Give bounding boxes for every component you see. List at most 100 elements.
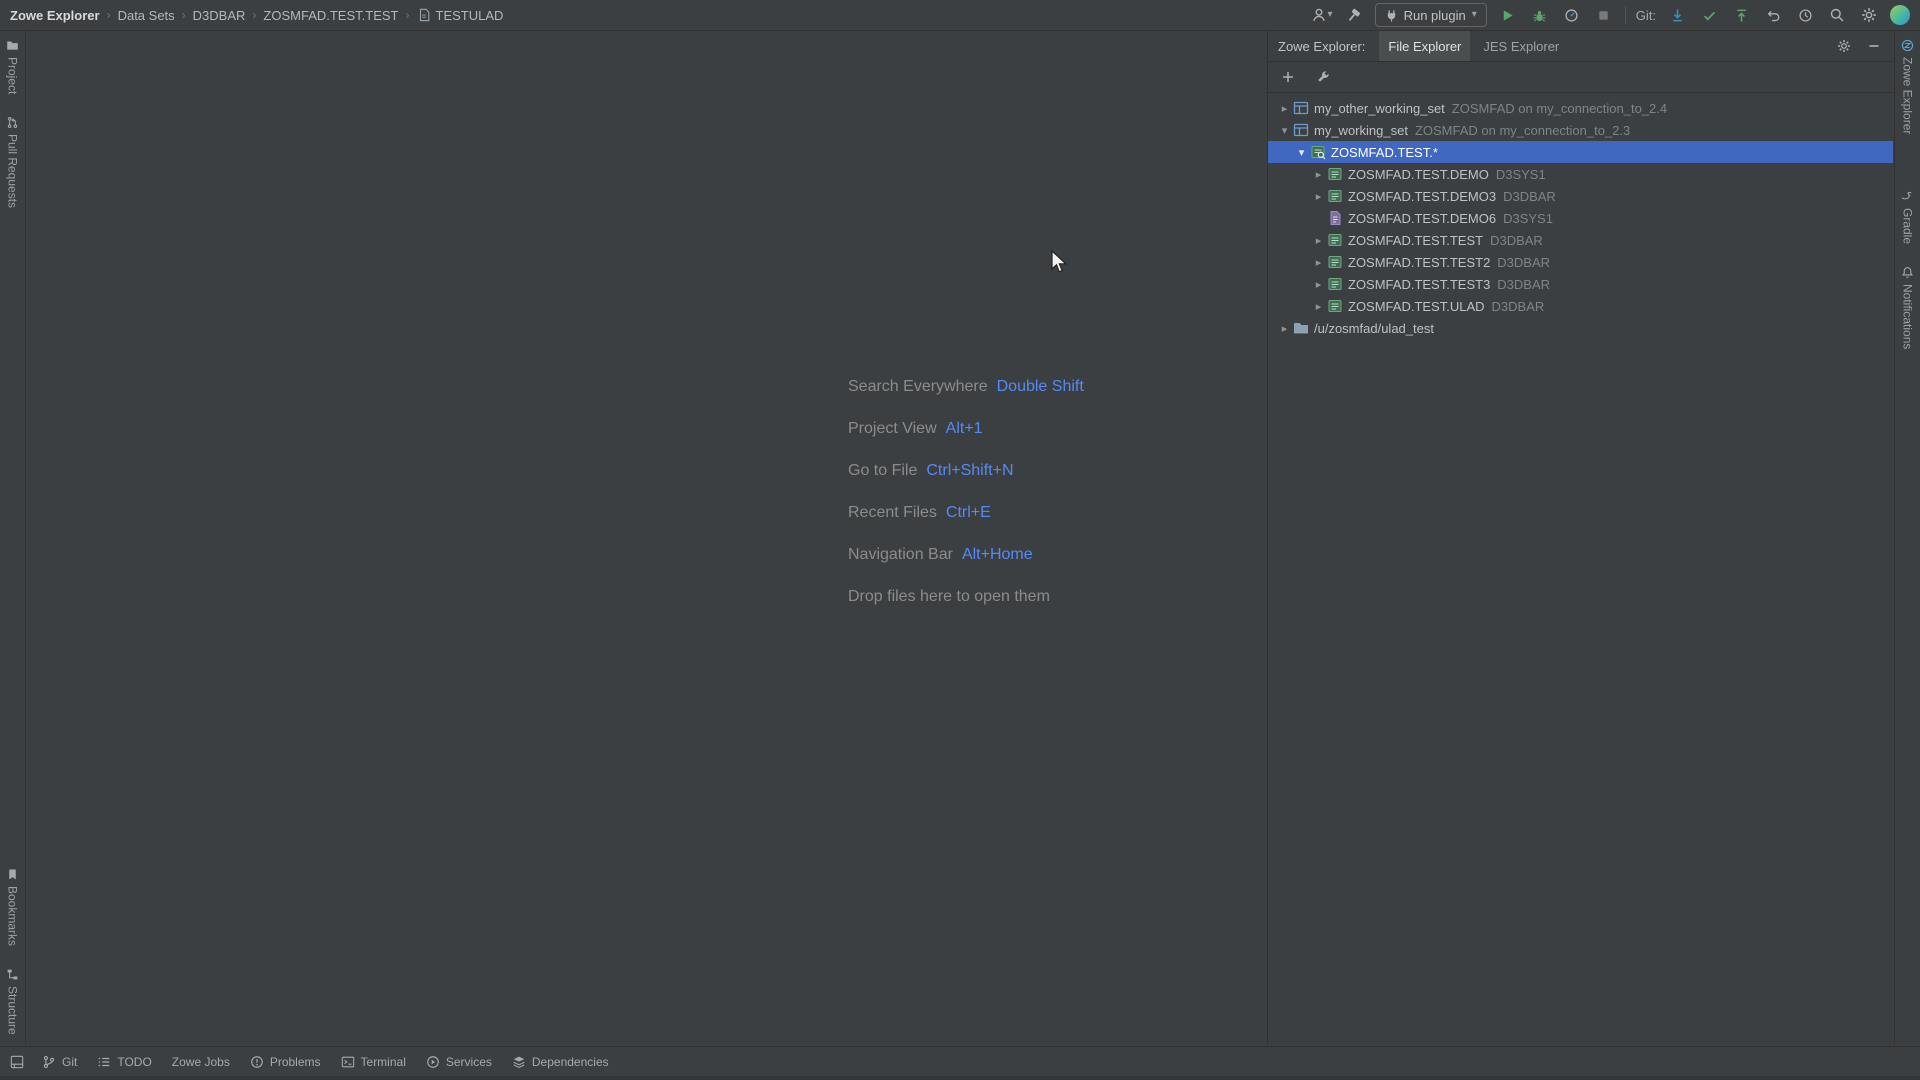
stripe-button-gradle[interactable]: Gradle: [1901, 190, 1915, 244]
tree-row[interactable]: ▸ZOSMFAD.TEST.DEMOD3SYS1: [1268, 163, 1893, 185]
chevron-right-icon[interactable]: ▸: [1310, 256, 1327, 269]
uss-folder-icon: [1293, 320, 1309, 336]
tool-window-title: Zowe Explorer:: [1278, 39, 1365, 54]
breadcrumb-item[interactable]: D3DBAR: [193, 8, 246, 23]
chevron-down-icon[interactable]: ▾: [1276, 124, 1293, 137]
shortcut-hint-keys[interactable]: Ctrl+Shift+N: [926, 462, 1013, 480]
breadcrumb-item[interactable]: ZOSMFAD.TEST.TEST: [263, 8, 398, 23]
shortcut-hint-label: Project View: [848, 420, 937, 438]
commit-button[interactable]: [1698, 4, 1720, 26]
search-button[interactable]: [1826, 4, 1848, 26]
update-project-button[interactable]: [1666, 4, 1688, 26]
user-avatar[interactable]: [1890, 5, 1910, 25]
breadcrumb-item[interactable]: Zowe Explorer: [10, 8, 100, 23]
dataset-icon: [1327, 188, 1343, 204]
gear-button[interactable]: [1833, 35, 1855, 57]
chevron-right-icon[interactable]: ▸: [1276, 102, 1293, 115]
shortcut-hint-label: Navigation Bar: [848, 546, 953, 564]
tree-row[interactable]: ▸ZOSMFAD.TEST.TESTD3DBAR: [1268, 229, 1893, 251]
tree-row[interactable]: ▸ZOSMFAD.TEST.TEST2D3DBAR: [1268, 251, 1893, 273]
right-stripe-top-group: Zowe Explorer: [1901, 39, 1915, 134]
chevron-right-icon[interactable]: ▸: [1310, 168, 1327, 181]
tree-row[interactable]: ▾my_working_setZOSMFAD on my_connection_…: [1268, 119, 1893, 141]
debug-button[interactable]: [1529, 4, 1551, 26]
tree-item-label: ZOSMFAD.TEST.*: [1331, 145, 1438, 160]
toolwindow-button-services[interactable]: Services: [416, 1047, 502, 1077]
settings-gear-icon: [1861, 7, 1877, 23]
dataset-icon: [1327, 254, 1343, 270]
push-icon: [1734, 8, 1749, 23]
tree-item-suffix: D3DBAR: [1497, 277, 1550, 292]
shortcut-hint-keys[interactable]: Double Shift: [997, 378, 1084, 396]
toolwindow-button-problems[interactable]: Problems: [240, 1047, 331, 1077]
shortcut-hint-keys[interactable]: Alt+Home: [962, 546, 1033, 564]
toolbar-group-user-build: ▾: [1310, 4, 1365, 26]
chevron-right-icon[interactable]: ▸: [1310, 190, 1327, 203]
tree-item-suffix: D3SYS1: [1503, 211, 1553, 226]
minimize-button[interactable]: [1863, 35, 1885, 57]
breadcrumb-item[interactable]: TESTULAD: [417, 8, 504, 23]
stop-button[interactable]: [1593, 4, 1615, 26]
rollback-icon: [1766, 8, 1781, 23]
profile-button[interactable]: [1561, 4, 1583, 26]
tree-item-suffix: ZOSMFAD on my_connection_to_2.3: [1415, 123, 1630, 138]
user-menu-button[interactable]: ▾: [1310, 4, 1333, 26]
breadcrumb-item[interactable]: Data Sets: [118, 8, 175, 23]
tree-row[interactable]: ▸ZOSMFAD.TEST.ULADD3DBAR: [1268, 295, 1893, 317]
tab-file-explorer[interactable]: File Explorer: [1379, 31, 1470, 61]
stripe-button-label: Zowe Explorer: [1901, 57, 1915, 134]
toolwindow-button-todo[interactable]: TODO: [87, 1047, 161, 1077]
tree-row[interactable]: ZOSMFAD.TEST.DEMO6 D3SYS1: [1268, 207, 1893, 229]
tree-item-label: ZOSMFAD.TEST.DEMO: [1348, 167, 1489, 182]
build-hammer-icon: [1345, 7, 1362, 24]
stripe-button-project[interactable]: Project: [6, 39, 20, 94]
stripe-button-notifications[interactable]: Notifications: [1901, 266, 1915, 349]
notifications-icon: [1901, 266, 1914, 279]
tree-row[interactable]: ▸ZOSMFAD.TEST.DEMO3D3DBAR: [1268, 185, 1893, 207]
dataset-icon: [1327, 232, 1343, 248]
toolwindow-button-git[interactable]: Git: [32, 1047, 87, 1077]
settings-gear-button[interactable]: [1858, 4, 1880, 26]
add-button[interactable]: [1277, 66, 1299, 88]
shortcut-hint-keys[interactable]: Ctrl+E: [946, 504, 991, 522]
navigation-bar: Zowe Explorer›Data Sets›D3DBAR›ZOSMFAD.T…: [0, 0, 1920, 31]
push-button[interactable]: [1730, 4, 1752, 26]
history-button[interactable]: [1794, 4, 1816, 26]
toolbar-group-run: [1497, 4, 1615, 26]
chevron-down-icon[interactable]: ▾: [1293, 146, 1310, 159]
chevron-right-icon[interactable]: ▸: [1310, 300, 1327, 313]
breadcrumb-separator: ›: [406, 8, 410, 22]
chevron-right-icon[interactable]: ▸: [1276, 322, 1293, 335]
shortcut-hint-line: Project View Alt+1: [848, 408, 1084, 450]
tree-row[interactable]: ▸my_other_working_setZOSMFAD on my_conne…: [1268, 97, 1893, 119]
dataset-icon: [1327, 166, 1343, 182]
shortcut-hint-keys[interactable]: Alt+1: [946, 420, 983, 438]
tree-row[interactable]: ▾ ZOSMFAD.TEST.*: [1268, 141, 1893, 163]
editor-shortcut-hints: Search EverywhereDouble ShiftProject Vie…: [848, 366, 1084, 618]
stripe-button-structure[interactable]: Structure: [6, 968, 20, 1035]
tool-window-tabs: File ExplorerJES Explorer: [1379, 31, 1568, 61]
toolwindow-button-terminal[interactable]: Terminal: [331, 1047, 416, 1077]
toolwindow-button-dependencies[interactable]: Dependencies: [502, 1047, 619, 1077]
run-button[interactable]: [1497, 4, 1519, 26]
tree-row[interactable]: ▸ ZOSMFAD.TEST.TEST3 D3DBAR: [1268, 273, 1893, 295]
tab-jes-explorer[interactable]: JES Explorer: [1474, 31, 1568, 61]
stripe-button-pull-requests[interactable]: Pull Requests: [6, 116, 20, 208]
rollback-button[interactable]: [1762, 4, 1784, 26]
tree-item-label: ZOSMFAD.TEST.DEMO6: [1348, 211, 1496, 226]
toolwindow-button-zowe-jobs[interactable]: Zowe Jobs: [162, 1047, 240, 1077]
wrench-button[interactable]: [1312, 66, 1334, 88]
user-menu-icon: [1310, 6, 1328, 24]
run-configuration-combo[interactable]: Run plugin ▾: [1375, 3, 1487, 27]
stripe-button-bookmarks[interactable]: Bookmarks: [6, 868, 20, 946]
tree-item-suffix: D3DBAR: [1503, 189, 1556, 204]
build-hammer-button[interactable]: [1343, 4, 1365, 26]
tool-windows-toggle-button[interactable]: [6, 1051, 28, 1073]
chevron-right-icon[interactable]: ▸: [1310, 278, 1327, 291]
tree-item-label: ZOSMFAD.TEST.TEST3: [1348, 277, 1490, 292]
breadcrumb-label: Zowe Explorer: [10, 8, 100, 23]
project-icon: [6, 39, 19, 52]
chevron-right-icon[interactable]: ▸: [1310, 234, 1327, 247]
stripe-button-zowe-explorer[interactable]: Zowe Explorer: [1901, 39, 1915, 134]
tree-row[interactable]: ▸/u/zosmfad/ulad_test: [1268, 317, 1893, 339]
